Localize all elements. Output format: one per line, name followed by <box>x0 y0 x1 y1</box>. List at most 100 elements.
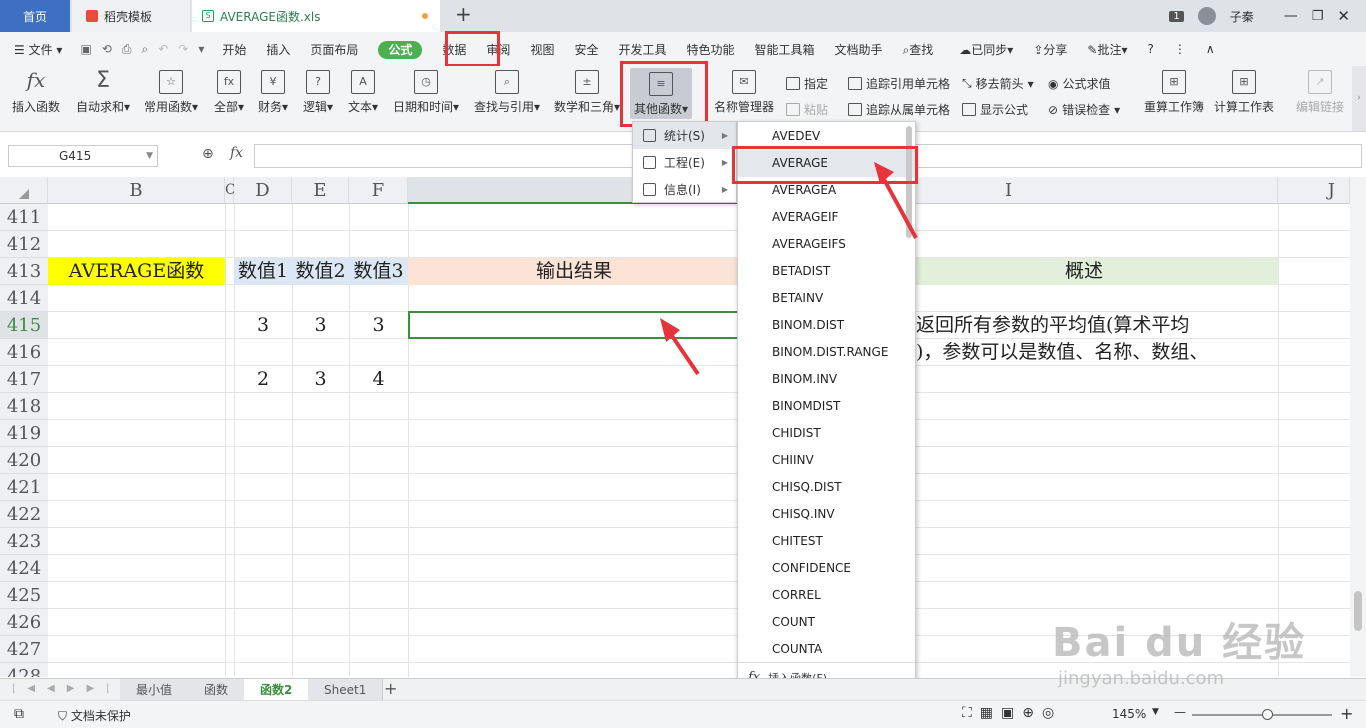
row-header-424[interactable]: 424 <box>0 555 48 582</box>
function-item-chisq-inv[interactable]: CHISQ.INV <box>738 501 915 528</box>
cell-e417[interactable]: 3 <box>292 366 349 393</box>
insert-function-button[interactable]: fx 插入函数 <box>12 70 60 115</box>
row-header-419[interactable]: 419 <box>0 420 48 447</box>
col-header-e[interactable]: E <box>292 177 349 204</box>
redo-format-icon[interactable]: ⟲ <box>102 42 112 57</box>
cell-i416[interactable]: )，参数可以是数值、名称、数组、 <box>916 339 1278 366</box>
menu-item-engineering[interactable]: 工程(E) ▶ <box>633 149 736 176</box>
row-header-411[interactable]: 411 <box>0 204 48 231</box>
menu-start[interactable]: 开始 <box>212 41 256 58</box>
calc-sheet-button[interactable]: ⊞ 计算工作表 <box>1214 70 1274 115</box>
all-functions-button[interactable]: fx 全部▾ <box>214 70 244 115</box>
function-item-betadist[interactable]: BETADIST <box>738 258 915 285</box>
evaluate-formula-button[interactable]: ◉ 公式求值 <box>1048 75 1111 92</box>
name-box[interactable]: G415 ▼ <box>8 145 158 167</box>
math-button[interactable]: ± 数学和三角▾ <box>554 70 620 115</box>
cell-f413[interactable]: 数值3 <box>349 258 408 285</box>
zoom-slider-thumb[interactable] <box>1262 709 1273 720</box>
edit-links-button[interactable]: ↗ 编辑链接 <box>1296 70 1344 115</box>
cell-d415[interactable]: 3 <box>234 312 292 339</box>
zoom-dropdown-icon[interactable]: ▼ <box>1152 707 1159 717</box>
finance-button[interactable]: ¥ 财务▾ <box>258 70 288 115</box>
recalc-book-button[interactable]: ⊞ 重算工作簿 <box>1144 70 1204 115</box>
ribbon-scroll-right-icon[interactable]: › <box>1352 66 1366 131</box>
annotate-button[interactable]: ✎批注▾ <box>1077 41 1137 58</box>
user-name[interactable]: 子秦 <box>1230 8 1254 25</box>
share-button[interactable]: ⇪分享 <box>1023 41 1077 58</box>
tab-home[interactable]: 首页 <box>0 0 70 32</box>
preview-icon[interactable]: ⌕ <box>141 42 148 57</box>
function-item-count[interactable]: COUNT <box>738 609 915 636</box>
row-header-414[interactable]: 414 <box>0 285 48 312</box>
zoom-level[interactable]: 145% <box>1112 707 1146 721</box>
menu-doc-assistant[interactable]: 文档助手 <box>825 41 893 58</box>
menu-item-statistics[interactable]: 统计(S) ▶ <box>633 122 736 149</box>
help-icon[interactable]: ? <box>1138 42 1164 56</box>
function-item-binom-dist[interactable]: BINOM.DIST <box>738 312 915 339</box>
row-header-412[interactable]: 412 <box>0 231 48 258</box>
row-header-417[interactable]: 417 <box>0 366 48 393</box>
row-header-425[interactable]: 425 <box>0 582 48 609</box>
col-header-j[interactable]: J <box>1278 177 1350 204</box>
add-sheet-button[interactable]: + <box>384 679 397 698</box>
sheet-tab-min[interactable]: 最小值 <box>120 679 190 701</box>
function-item-binomdist[interactable]: BINOMDIST <box>738 393 915 420</box>
avatar[interactable] <box>1197 7 1216 25</box>
sheet-layout-icon[interactable]: ⧉ <box>14 706 24 722</box>
function-item-averageifs[interactable]: AVERAGEIFS <box>738 231 915 258</box>
collapse-ribbon-icon[interactable]: ∧ <box>1196 42 1225 56</box>
menu-insert[interactable]: 插入 <box>256 41 300 58</box>
cell-e413[interactable]: 数值2 <box>292 258 349 285</box>
row-header-423[interactable]: 423 <box>0 528 48 555</box>
row-header-420[interactable]: 420 <box>0 447 48 474</box>
paste-button[interactable]: 粘贴 <box>786 101 828 118</box>
protect-button[interactable]: ⛉ 文档未保护 <box>58 707 131 724</box>
menu-smart-tools[interactable]: 智能工具箱 <box>745 41 825 58</box>
text-button[interactable]: A 文本▾ <box>348 70 378 115</box>
menu-file[interactable]: ☰ 文件 ▾ <box>0 41 72 58</box>
menu-view[interactable]: 视图 <box>520 41 564 58</box>
more-icon[interactable]: ▾ <box>198 42 204 57</box>
common-functions-button[interactable]: ☆ 常用函数▾ <box>144 70 198 115</box>
function-item-counta[interactable]: COUNTA <box>738 636 915 663</box>
row-header-421[interactable]: 421 <box>0 474 48 501</box>
function-item-chidist[interactable]: CHIDIST <box>738 420 915 447</box>
function-item-binom-dist-range[interactable]: BINOM.DIST.RANGE <box>738 339 915 366</box>
menu-item-information[interactable]: 信息(I) ▶ <box>633 176 736 203</box>
sheet-nav-arrows[interactable]: |◀◀▶▶| <box>12 683 122 694</box>
function-item-chiinv[interactable]: CHIINV <box>738 447 915 474</box>
vertical-scrollbar[interactable] <box>1350 177 1366 677</box>
show-formula-button[interactable]: 显示公式 <box>962 101 1028 118</box>
sheet-tab-sheet1[interactable]: Sheet1 <box>308 679 384 701</box>
window-count-badge[interactable]: 1 <box>1169 10 1184 22</box>
zoom-in-icon[interactable]: + <box>1340 704 1353 723</box>
logic-button[interactable]: ? 逻辑▾ <box>303 70 333 115</box>
lookup-button[interactable]: ⌕ 查找与引用▾ <box>474 70 540 115</box>
search-button[interactable]: ⌕查找 <box>893 41 944 58</box>
trace-dependents-button[interactable]: 追踪从属单元格 <box>848 101 950 118</box>
cell-d413[interactable]: 数值1 <box>234 258 292 285</box>
row-header-427[interactable]: 427 <box>0 636 48 663</box>
menu-security[interactable]: 安全 <box>564 41 608 58</box>
col-header-c[interactable]: C <box>225 177 236 204</box>
restore-icon[interactable]: ❐ <box>1312 9 1324 24</box>
tab-template[interactable]: 稻壳模板 <box>72 0 190 32</box>
row-header-426[interactable]: 426 <box>0 609 48 636</box>
row-header-422[interactable]: 422 <box>0 501 48 528</box>
row-header-415[interactable]: 415 <box>0 312 48 339</box>
specify-button[interactable]: 指定 <box>786 75 828 92</box>
function-item-chisq-dist[interactable]: CHISQ.DIST <box>738 474 915 501</box>
sheet-tab-function[interactable]: 函数 <box>188 679 246 701</box>
cell-f417[interactable]: 4 <box>349 366 408 393</box>
function-item-correl[interactable]: CORREL <box>738 582 915 609</box>
menu-formula[interactable]: 公式 <box>368 40 432 59</box>
datetime-button[interactable]: ◷ 日期和时间▾ <box>393 70 459 115</box>
select-all-corner[interactable] <box>0 177 48 204</box>
zoom-icon[interactable]: ⊕ <box>202 146 214 162</box>
more-options-icon[interactable]: ⋮ <box>1164 42 1196 56</box>
col-header-d[interactable]: D <box>234 177 292 204</box>
print-icon[interactable]: ⎙ <box>122 42 132 57</box>
col-header-b[interactable]: B <box>48 177 225 204</box>
tab-file[interactable]: S AVERAGE函数.xls <box>192 0 440 32</box>
cell-i415[interactable]: 返回所有参数的平均值(算术平均 <box>916 312 1278 339</box>
